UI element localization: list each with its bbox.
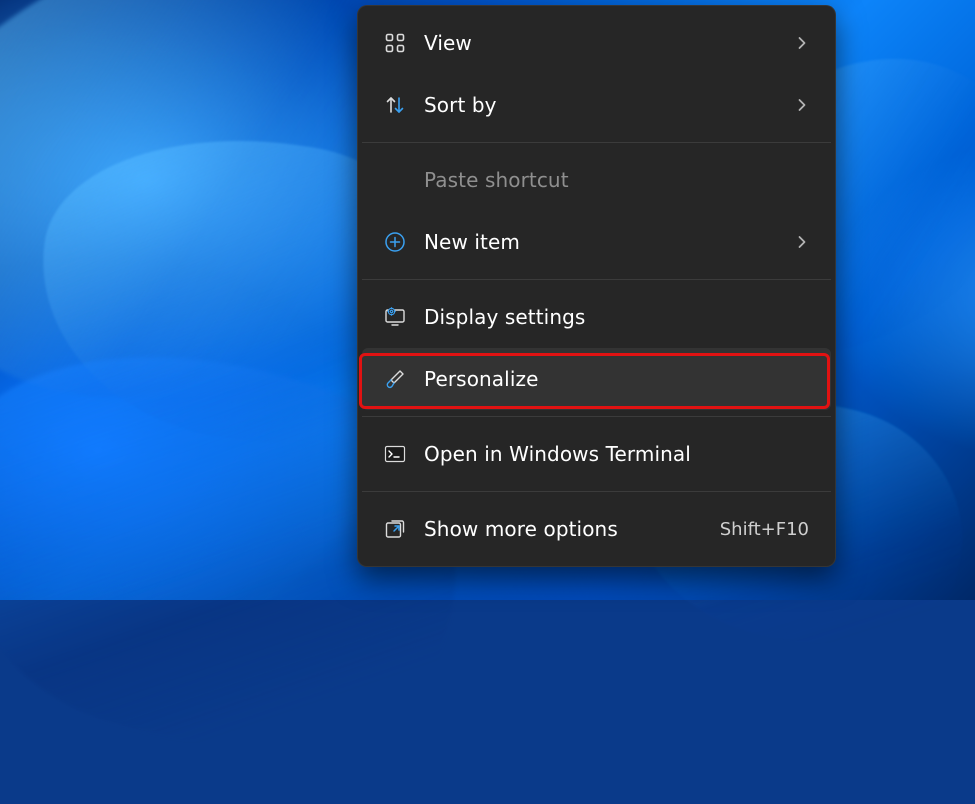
menu-separator <box>362 416 831 417</box>
desktop-context-menu: View Sort by <box>357 5 836 567</box>
menu-item-personalize[interactable]: Personalize <box>362 348 831 410</box>
menu-item-view[interactable]: View <box>362 12 831 74</box>
menu-item-show-more-options[interactable]: Show more options Shift+F10 <box>362 498 831 560</box>
expand-window-icon <box>382 516 408 542</box>
chevron-right-icon <box>795 235 809 249</box>
paintbrush-icon <box>382 366 408 392</box>
menu-separator <box>362 491 831 492</box>
view-grid-icon <box>382 30 408 56</box>
menu-item-label: Paste shortcut <box>424 168 809 192</box>
terminal-icon <box>382 441 408 467</box>
keyboard-shortcut: Shift+F10 <box>720 519 809 540</box>
menu-item-display-settings[interactable]: Display settings <box>362 286 831 348</box>
chevron-right-icon <box>795 36 809 50</box>
menu-item-label: Personalize <box>424 367 809 391</box>
menu-separator <box>362 279 831 280</box>
sort-arrows-icon <box>382 92 408 118</box>
menu-item-label: Display settings <box>424 305 809 329</box>
chevron-right-icon <box>795 98 809 112</box>
menu-item-sort-by[interactable]: Sort by <box>362 74 831 136</box>
menu-item-label: Sort by <box>424 93 795 117</box>
menu-separator <box>362 142 831 143</box>
display-settings-gear-icon <box>382 304 408 330</box>
menu-item-paste-shortcut: Paste shortcut <box>362 149 831 211</box>
menu-item-new-item[interactable]: New item <box>362 211 831 273</box>
menu-item-label: Open in Windows Terminal <box>424 442 809 466</box>
menu-item-label: View <box>424 31 795 55</box>
menu-item-label: New item <box>424 230 795 254</box>
menu-item-open-terminal[interactable]: Open in Windows Terminal <box>362 423 831 485</box>
menu-item-label: Show more options <box>424 517 720 541</box>
plus-circle-icon <box>382 229 408 255</box>
